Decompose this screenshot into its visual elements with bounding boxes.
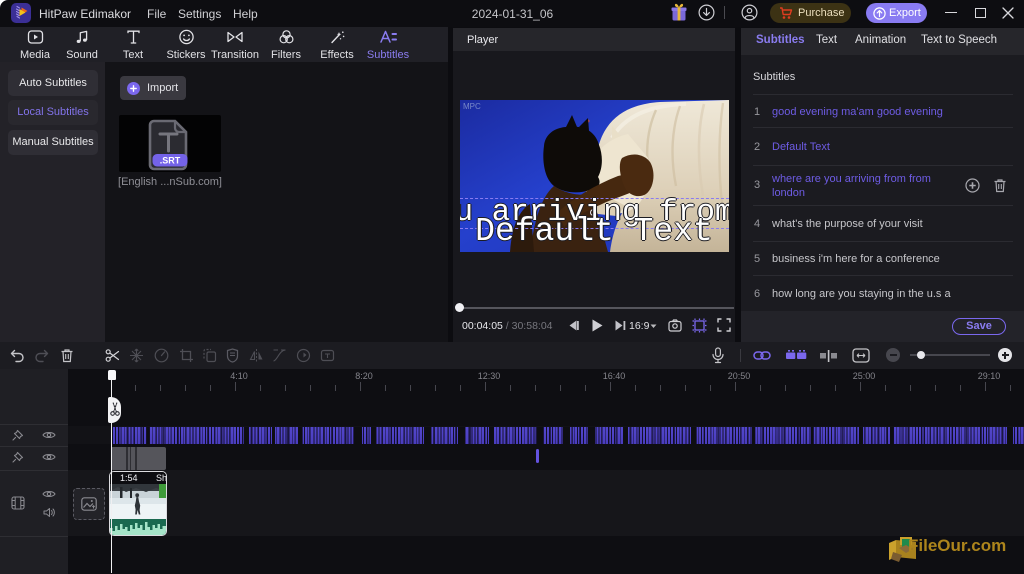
svg-text:MPC: MPC xyxy=(463,102,481,111)
svg-text:.SRT: .SRT xyxy=(160,156,181,166)
